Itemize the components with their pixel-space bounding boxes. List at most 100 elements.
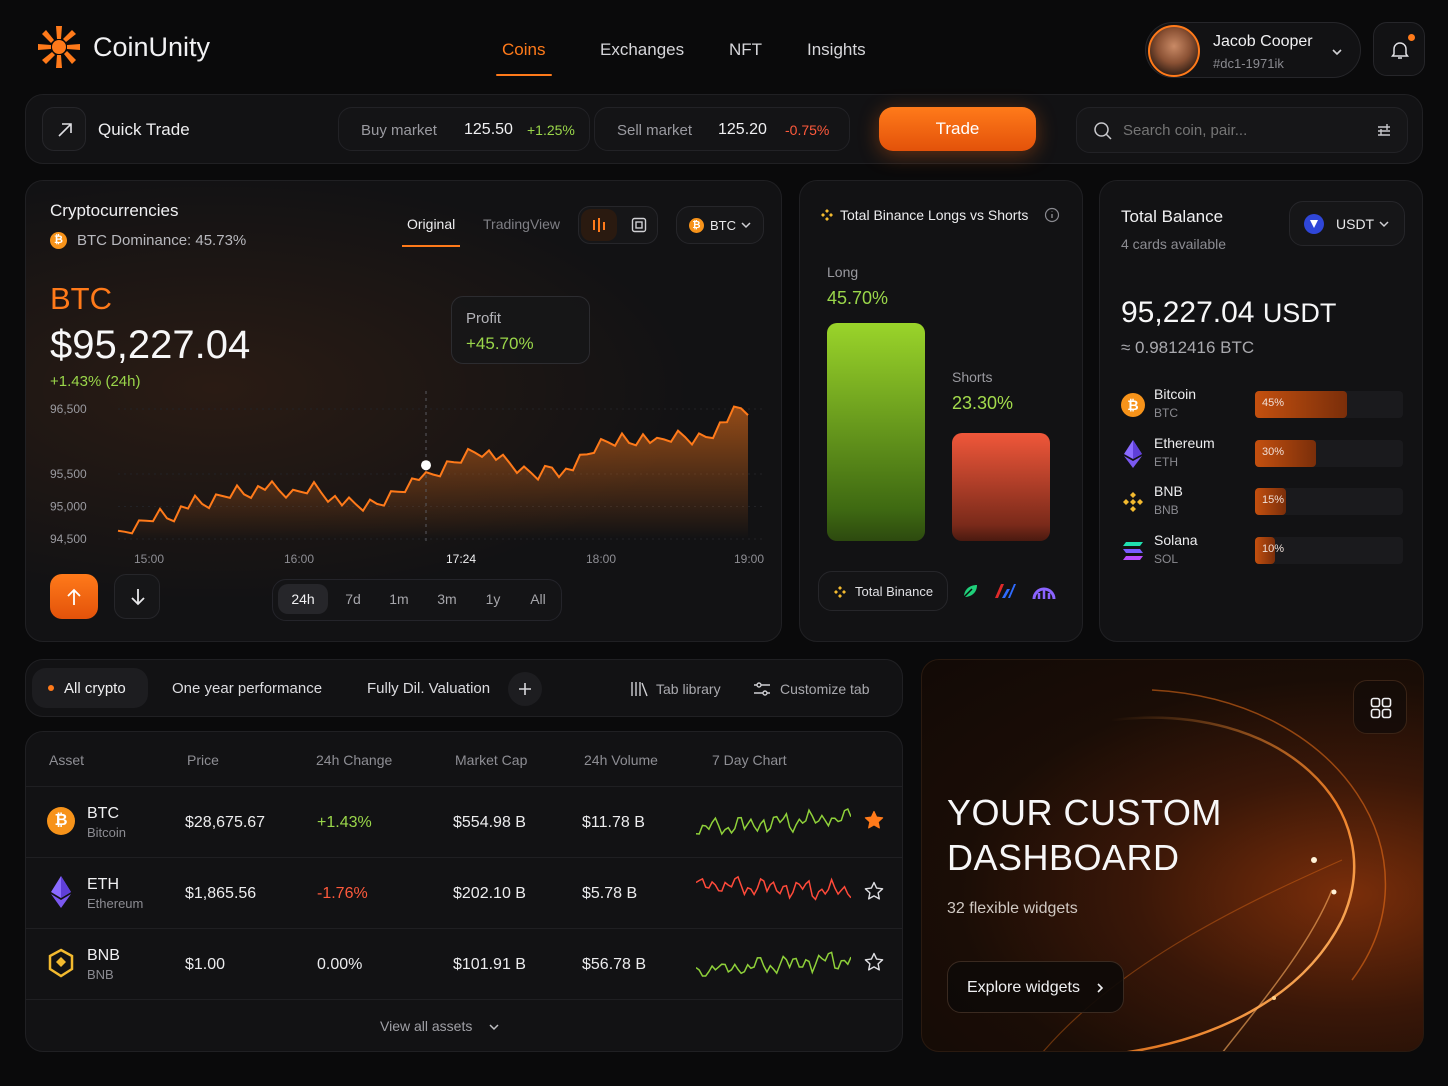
sell-market-price: 125.20 bbox=[718, 121, 767, 138]
star-outline-icon[interactable] bbox=[864, 881, 884, 901]
view-all-assets-button[interactable]: View all assets bbox=[380, 1018, 500, 1038]
tab-original[interactable]: Original bbox=[407, 216, 455, 232]
x-tick-label: 19:00 bbox=[734, 552, 764, 566]
table-row[interactable]: ₿ BTC Bitcoin $28,675.67 +1.43% $554.98 … bbox=[26, 787, 902, 858]
buy-arrow-button[interactable] bbox=[50, 574, 98, 619]
info-icon[interactable] bbox=[1044, 207, 1060, 223]
range-1y[interactable]: 1y bbox=[472, 584, 514, 614]
card-title: Cryptocurrencies bbox=[50, 201, 179, 220]
buy-market-price: 125.50 bbox=[464, 121, 513, 138]
favorite-star-icon[interactable] bbox=[864, 810, 884, 830]
tab-fully-diluted-valuation[interactable]: Fully Dil. Valuation bbox=[367, 680, 490, 697]
table-row[interactable]: BNB BNB $1.00 0.00% $101.91 B $56.78 B bbox=[26, 929, 902, 1000]
buy-market-pill[interactable]: Buy market 125.50 +1.25% bbox=[338, 107, 590, 151]
tooltip-label: Profit bbox=[466, 310, 502, 327]
balance-asset-row[interactable]: Solana SOL 10% bbox=[1120, 532, 1404, 572]
search-icon bbox=[1094, 122, 1112, 140]
search-input[interactable] bbox=[1123, 119, 1343, 141]
chevron-down-icon bbox=[489, 1024, 499, 1031]
user-menu[interactable]: Jacob Cooper #dc1-1971ik bbox=[1145, 22, 1361, 78]
balance-amount-unit: USDT bbox=[1262, 298, 1337, 328]
currency-select[interactable]: USDT bbox=[1289, 201, 1405, 246]
chart-symbol: BTC bbox=[50, 281, 112, 316]
nav-exchanges[interactable]: Exchanges bbox=[600, 40, 684, 60]
range-3m[interactable]: 3m bbox=[426, 584, 468, 614]
bitcoin-icon: ₿ bbox=[1121, 393, 1145, 417]
asset-symbol: BTC bbox=[87, 805, 119, 822]
asset-name: Ethereum bbox=[1154, 435, 1215, 451]
sparkline-7d bbox=[696, 951, 851, 977]
active-dot bbox=[48, 685, 54, 691]
nav-nft[interactable]: NFT bbox=[729, 40, 762, 60]
asset-name: BNB bbox=[1154, 483, 1183, 499]
balance-asset-row[interactable]: BNB BNB 15% bbox=[1120, 483, 1404, 523]
grid-icon bbox=[1370, 697, 1392, 719]
bnb-icon bbox=[48, 948, 74, 978]
sell-market-label: Sell market bbox=[617, 122, 693, 139]
custom-dashboard-promo: YOUR CUSTOM DASHBOARD 32 flexible widget… bbox=[921, 659, 1424, 1052]
notification-dot bbox=[1408, 34, 1415, 41]
chart-frame-icon bbox=[631, 217, 647, 233]
add-tab-button[interactable] bbox=[508, 672, 542, 706]
y-tick-label: 95,000 bbox=[50, 500, 87, 514]
search-box[interactable] bbox=[1076, 107, 1408, 153]
total-balance-card: Total Balance 4 cards available USDT 95,… bbox=[1099, 180, 1423, 642]
sunburst-logo-icon bbox=[38, 26, 80, 68]
balance-title: Total Balance bbox=[1121, 207, 1224, 226]
arrow-up-icon bbox=[67, 588, 81, 605]
longs-shorts-title: Total Binance Longs vs Shorts bbox=[840, 207, 1029, 223]
nav-coins[interactable]: Coins bbox=[502, 40, 545, 60]
tab-tradingview[interactable]: TradingView bbox=[483, 216, 560, 232]
asset-symbol: BNB bbox=[87, 947, 120, 964]
x-tick-label: 17:24 bbox=[446, 552, 476, 566]
y-tick-label: 96,500 bbox=[50, 402, 87, 416]
header-asset: Asset bbox=[49, 752, 85, 768]
asset-change: +1.43% bbox=[317, 814, 372, 831]
tab-all-crypto[interactable]: All crypto bbox=[32, 668, 148, 708]
widgets-grid-button[interactable] bbox=[1353, 680, 1407, 734]
balance-asset-row[interactable]: ₿ Bitcoin BTC 45% bbox=[1120, 386, 1404, 426]
range-7d[interactable]: 7d bbox=[332, 584, 374, 614]
range-1m[interactable]: 1m bbox=[378, 584, 420, 614]
sell-market-pill[interactable]: Sell market 125.20 -0.75% bbox=[594, 107, 850, 151]
range-24h[interactable]: 24h bbox=[278, 584, 328, 614]
asset-volume: $56.78 B bbox=[582, 956, 647, 973]
table-row[interactable]: ETH Ethereum $1,865.56 -1.76% $202.10 B … bbox=[26, 858, 902, 929]
area-view-button[interactable] bbox=[621, 209, 657, 241]
brand-logo[interactable] bbox=[36, 24, 82, 70]
star-outline-icon[interactable] bbox=[864, 952, 884, 972]
customize-tab-button[interactable]: Customize tab bbox=[780, 681, 869, 697]
total-binance-label: Total Binance bbox=[855, 584, 934, 599]
asset-price: $1,865.56 bbox=[185, 885, 257, 902]
tooltip-value: +45.70% bbox=[466, 334, 534, 353]
candlestick-view-button[interactable] bbox=[581, 209, 617, 241]
quick-trade-icon-button[interactable] bbox=[42, 107, 86, 151]
sell-arrow-button[interactable] bbox=[114, 574, 160, 619]
area-fill bbox=[118, 406, 748, 539]
highlight-point[interactable] bbox=[421, 460, 431, 471]
nav-insights[interactable]: Insights bbox=[807, 40, 866, 60]
trade-button[interactable]: Trade bbox=[879, 107, 1036, 151]
asset-select[interactable]: ₿ BTC bbox=[676, 206, 764, 244]
range-all[interactable]: All bbox=[516, 584, 560, 614]
tab-library-button[interactable]: Tab library bbox=[656, 681, 721, 697]
tab-one-year-performance[interactable]: One year performance bbox=[172, 680, 322, 697]
quick-trade-bar: Quick Trade Buy market 125.50 +1.25% Sel… bbox=[25, 94, 1423, 164]
exchange-green-icon[interactable] bbox=[960, 581, 980, 601]
arrow-down-icon bbox=[131, 589, 145, 606]
exchange-purple-icon[interactable] bbox=[1032, 581, 1056, 601]
asset-change: 0.00% bbox=[317, 956, 363, 973]
balance-asset-row[interactable]: Ethereum ETH 30% bbox=[1120, 435, 1404, 475]
asset-name: BNB bbox=[87, 967, 114, 982]
shield-check-icon bbox=[1310, 220, 1318, 228]
exchange-redblue-icon[interactable] bbox=[993, 581, 1017, 601]
asset-icon-wrap bbox=[1120, 487, 1146, 517]
filter-sliders-icon[interactable] bbox=[1375, 122, 1393, 140]
price-area-chart[interactable]: 96,500 95,500 95,000 94,500 15:00 16:00 17:24 1… bbox=[26, 391, 783, 571]
notifications-button[interactable] bbox=[1373, 22, 1425, 76]
asset-volume: $11.78 B bbox=[582, 814, 645, 831]
short-value: 23.30% bbox=[952, 393, 1014, 413]
cryptocurrencies-card: Cryptocurrencies ₿ BTC Dominance: 45.73%… bbox=[25, 180, 782, 642]
explore-widgets-button[interactable]: Explore widgets bbox=[947, 961, 1124, 1013]
total-binance-chip[interactable]: Total Binance bbox=[818, 571, 948, 611]
